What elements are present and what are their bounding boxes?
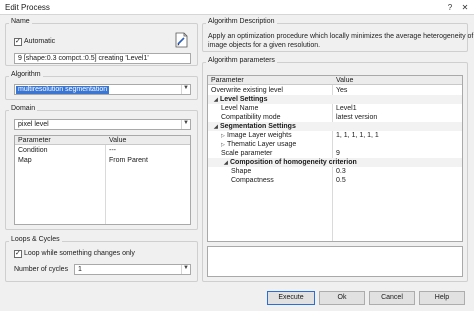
param-row-compatibility[interactable]: Compatibility mode latest version — [208, 113, 462, 122]
row-parameter: Condition — [18, 147, 48, 154]
name-group-label: Name — [9, 18, 32, 25]
row-value: Yes — [336, 87, 348, 94]
section-header: ◢ Segmentation Settings — [211, 122, 461, 131]
grid-header: Parameter Value — [15, 136, 190, 145]
section-label: Level Settings — [220, 96, 268, 103]
section-level-settings[interactable]: ◢ Level Settings — [208, 95, 462, 104]
algorithm-description-label: Algorithm Description — [206, 18, 277, 25]
param-row-thematic-layer[interactable]: ▷ Thematic Layer usage — [208, 140, 462, 149]
row-parameter: ▷ Thematic Layer usage — [218, 140, 332, 149]
ok-button[interactable]: Ok — [319, 291, 365, 305]
row-parameter: Overwrite existing level — [211, 87, 283, 94]
cancel-button[interactable]: Cancel — [369, 291, 415, 305]
cycles-select[interactable]: 1 ▼ — [74, 264, 191, 275]
row-parameter: Compatibility mode — [221, 114, 281, 121]
row-value: 9 — [336, 150, 340, 157]
column-header-value: Value — [109, 137, 127, 144]
section-label: Segmentation Settings — [220, 123, 296, 130]
algorithm-select[interactable]: multiresolution segmentation ▼ — [14, 84, 191, 95]
row-value: latest version — [336, 114, 378, 121]
help-button[interactable]: Help — [419, 291, 465, 305]
algorithm-group-label: Algorithm — [9, 71, 43, 78]
param-row-image-layer-weights[interactable]: ▷ Image Layer weights 1, 1, 1, 1, 1, 1 — [208, 131, 462, 140]
section-segmentation-settings[interactable]: ◢ Segmentation Settings — [208, 122, 462, 131]
row-parameter: Compactness — [231, 177, 274, 184]
execute-button[interactable]: Execute — [267, 291, 315, 305]
row-value: --- — [109, 147, 116, 154]
parameter-description-box — [207, 246, 463, 277]
algorithm-parameters-label: Algorithm parameters — [206, 57, 277, 64]
close-title-button[interactable]: ✕ — [459, 2, 471, 13]
domain-select[interactable]: pixel level ▼ — [14, 119, 191, 130]
loops-group — [5, 241, 198, 282]
edit-document-icon[interactable] — [175, 32, 189, 48]
chevron-down-icon[interactable]: ▼ — [181, 265, 190, 274]
algorithm-selected: multiresolution segmentation — [16, 86, 110, 94]
algorithm-description-line2: image objects for a given resolution. — [208, 42, 321, 49]
automatic-checkbox[interactable] — [14, 37, 22, 46]
column-header-parameter: Parameter — [211, 77, 244, 84]
algorithm-description-line1: Apply an optimization procedure which lo… — [208, 33, 474, 40]
domain-selected: pixel level — [18, 121, 49, 128]
row-parameter-label: Thematic Layer usage — [227, 141, 297, 148]
row-parameter: Map — [18, 157, 32, 164]
help-title-button[interactable]: ? — [444, 2, 456, 13]
table-row[interactable]: Map From Parent — [15, 156, 190, 165]
loop-checkbox[interactable] — [14, 249, 22, 258]
chevron-down-icon[interactable]: ▼ — [181, 85, 190, 94]
section-composition[interactable]: ◢ Composition of homogeneity criterion — [208, 158, 462, 167]
automatic-label: Automatic — [24, 38, 56, 45]
row-value: 1, 1, 1, 1, 1, 1 — [336, 132, 379, 139]
cycles-value: 1 — [78, 266, 82, 273]
loop-label: Loop while something changes only — [24, 250, 135, 257]
row-parameter: Shape — [231, 168, 252, 175]
algorithm-parameter-grid: Parameter Value Overwrite existing level… — [207, 75, 463, 242]
title-bar: Edit Process ? ✕ — [0, 0, 474, 15]
param-row-overwrite[interactable]: Overwrite existing level Yes — [208, 86, 462, 95]
row-value — [333, 140, 462, 149]
param-row-scale[interactable]: Scale parameter 9 — [208, 149, 462, 158]
section-header: ◢ Level Settings — [211, 95, 461, 104]
grid-header: Parameter Value — [208, 76, 462, 85]
window-title: Edit Process — [5, 3, 50, 12]
section-label: Composition of homogeneity criterion — [230, 159, 357, 166]
domain-group-label: Domain — [9, 105, 38, 112]
column-header-parameter: Parameter — [18, 137, 51, 144]
param-row-shape[interactable]: Shape 0.3 — [208, 167, 462, 176]
section-header: ◢ Composition of homogeneity criterion — [221, 158, 461, 167]
param-row-compactness[interactable]: Compactness 0.5 — [208, 176, 462, 185]
domain-parameter-grid: Parameter Value Condition --- Map From P… — [14, 135, 191, 225]
table-row[interactable]: Condition --- — [15, 146, 190, 155]
row-value: 0.3 — [336, 168, 346, 175]
row-value: 0.5 — [336, 177, 346, 184]
process-name-field[interactable]: 9 [shape:0.3 compct.:0.5] creating 'Leve… — [14, 53, 191, 64]
chevron-down-icon[interactable]: ▼ — [181, 120, 190, 129]
param-row-level-name[interactable]: Level Name Level1 — [208, 104, 462, 113]
row-parameter: Scale parameter — [221, 150, 273, 157]
loops-group-label: Loops & Cycles — [9, 236, 62, 243]
row-value: Level1 — [336, 105, 357, 112]
column-header-value: Value — [336, 77, 354, 84]
cycles-label: Number of cycles — [14, 266, 69, 273]
row-parameter: Level Name — [221, 105, 259, 112]
row-parameter-label: Image Layer weights — [227, 132, 292, 139]
row-value: From Parent — [109, 157, 148, 164]
row-parameter: ▷ Image Layer weights — [218, 131, 332, 140]
